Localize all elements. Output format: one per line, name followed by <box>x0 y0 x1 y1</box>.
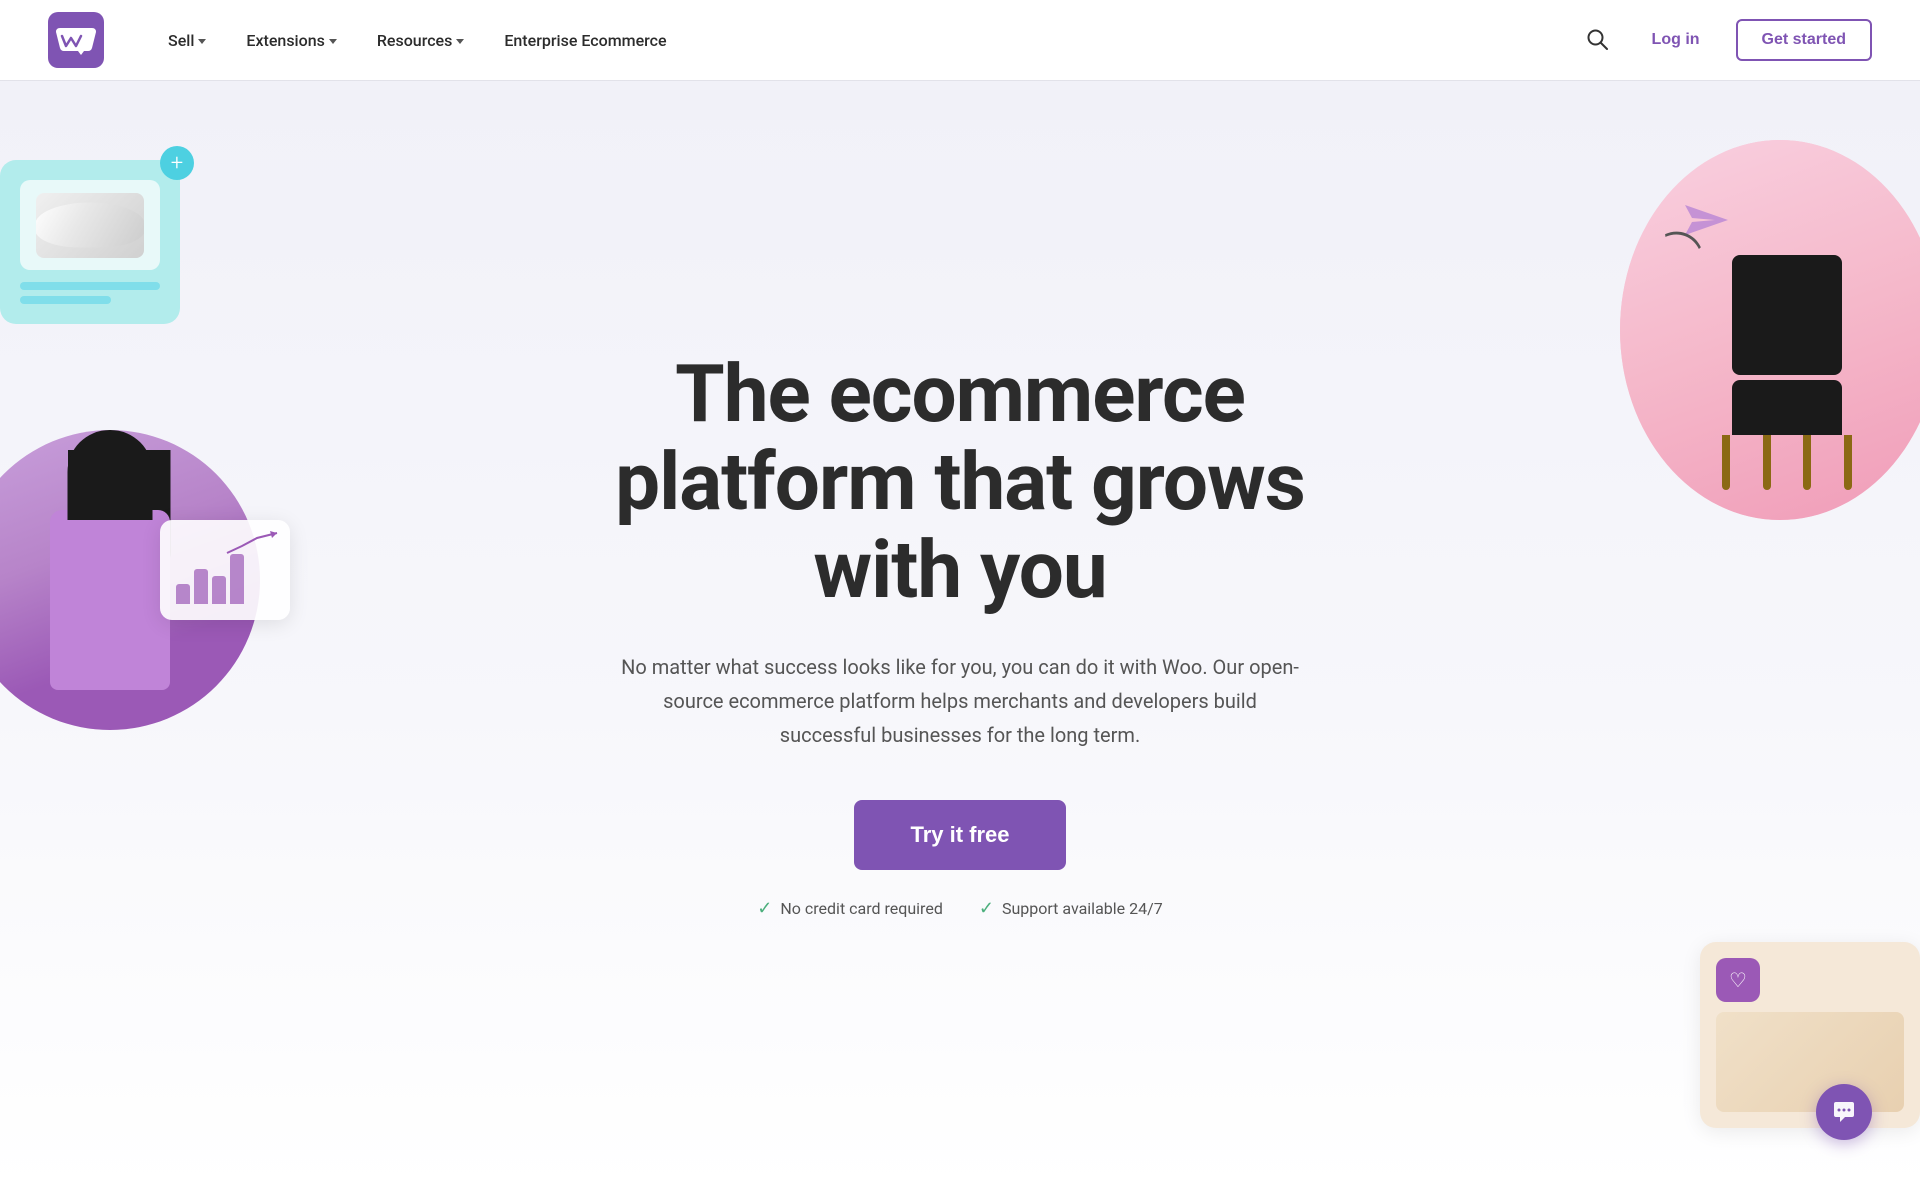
curve-decoration: ⌒ <box>1651 215 1708 283</box>
product-card-left: + <box>0 160 180 324</box>
shoe-image <box>36 193 144 258</box>
card-line-2 <box>20 296 111 304</box>
logo[interactable] <box>48 12 104 68</box>
heart-icon: ♡ <box>1716 958 1760 1002</box>
get-started-button[interactable]: Get started <box>1736 19 1872 61</box>
bar-4 <box>230 554 244 604</box>
hero-content: The ecommerce platform that grows with y… <box>580 350 1340 919</box>
nav-sell[interactable]: Sell <box>152 23 222 58</box>
chair-circle-image: ⌒ <box>1620 140 1920 520</box>
nav-actions: Log in Get started <box>1578 19 1872 61</box>
bar-1 <box>176 584 190 604</box>
resources-chevron-icon <box>456 39 464 44</box>
check-icon-2: ✓ <box>979 898 994 919</box>
login-button[interactable]: Log in <box>1636 23 1716 57</box>
sell-chevron-icon <box>198 39 206 44</box>
nav-enterprise[interactable]: Enterprise Ecommerce <box>488 23 682 58</box>
hero-subtitle: No matter what success looks like for yo… <box>620 650 1300 752</box>
card-line-1 <box>20 282 160 290</box>
nav-links: Sell Extensions Resources Enterprise Eco… <box>152 23 1578 58</box>
badge-support: ✓ Support available 24/7 <box>979 898 1163 919</box>
extensions-chevron-icon <box>329 39 337 44</box>
badge-no-credit-card: ✓ No credit card required <box>757 898 943 919</box>
check-icon-1: ✓ <box>757 898 772 919</box>
nav-resources[interactable]: Resources <box>361 23 481 58</box>
chat-button[interactable] <box>1816 1084 1872 1140</box>
hero-title: The ecommerce platform that grows with y… <box>580 350 1340 614</box>
product-card-right: ♡ <box>1700 942 1920 1128</box>
trust-badges: ✓ No credit card required ✓ Support avai… <box>580 898 1340 919</box>
nav-extensions[interactable]: Extensions <box>230 23 352 58</box>
chair-image <box>1732 380 1852 490</box>
analytics-card <box>160 520 290 620</box>
try-free-button[interactable]: Try it free <box>854 800 1065 870</box>
bar-3 <box>212 576 226 604</box>
add-product-icon[interactable]: + <box>160 146 194 180</box>
bar-2 <box>194 569 208 604</box>
navbar: Sell Extensions Resources Enterprise Eco… <box>0 0 1920 80</box>
search-button[interactable] <box>1578 20 1616 61</box>
hero-section: + <box>0 0 1920 1188</box>
product-image-right <box>1716 1012 1904 1112</box>
